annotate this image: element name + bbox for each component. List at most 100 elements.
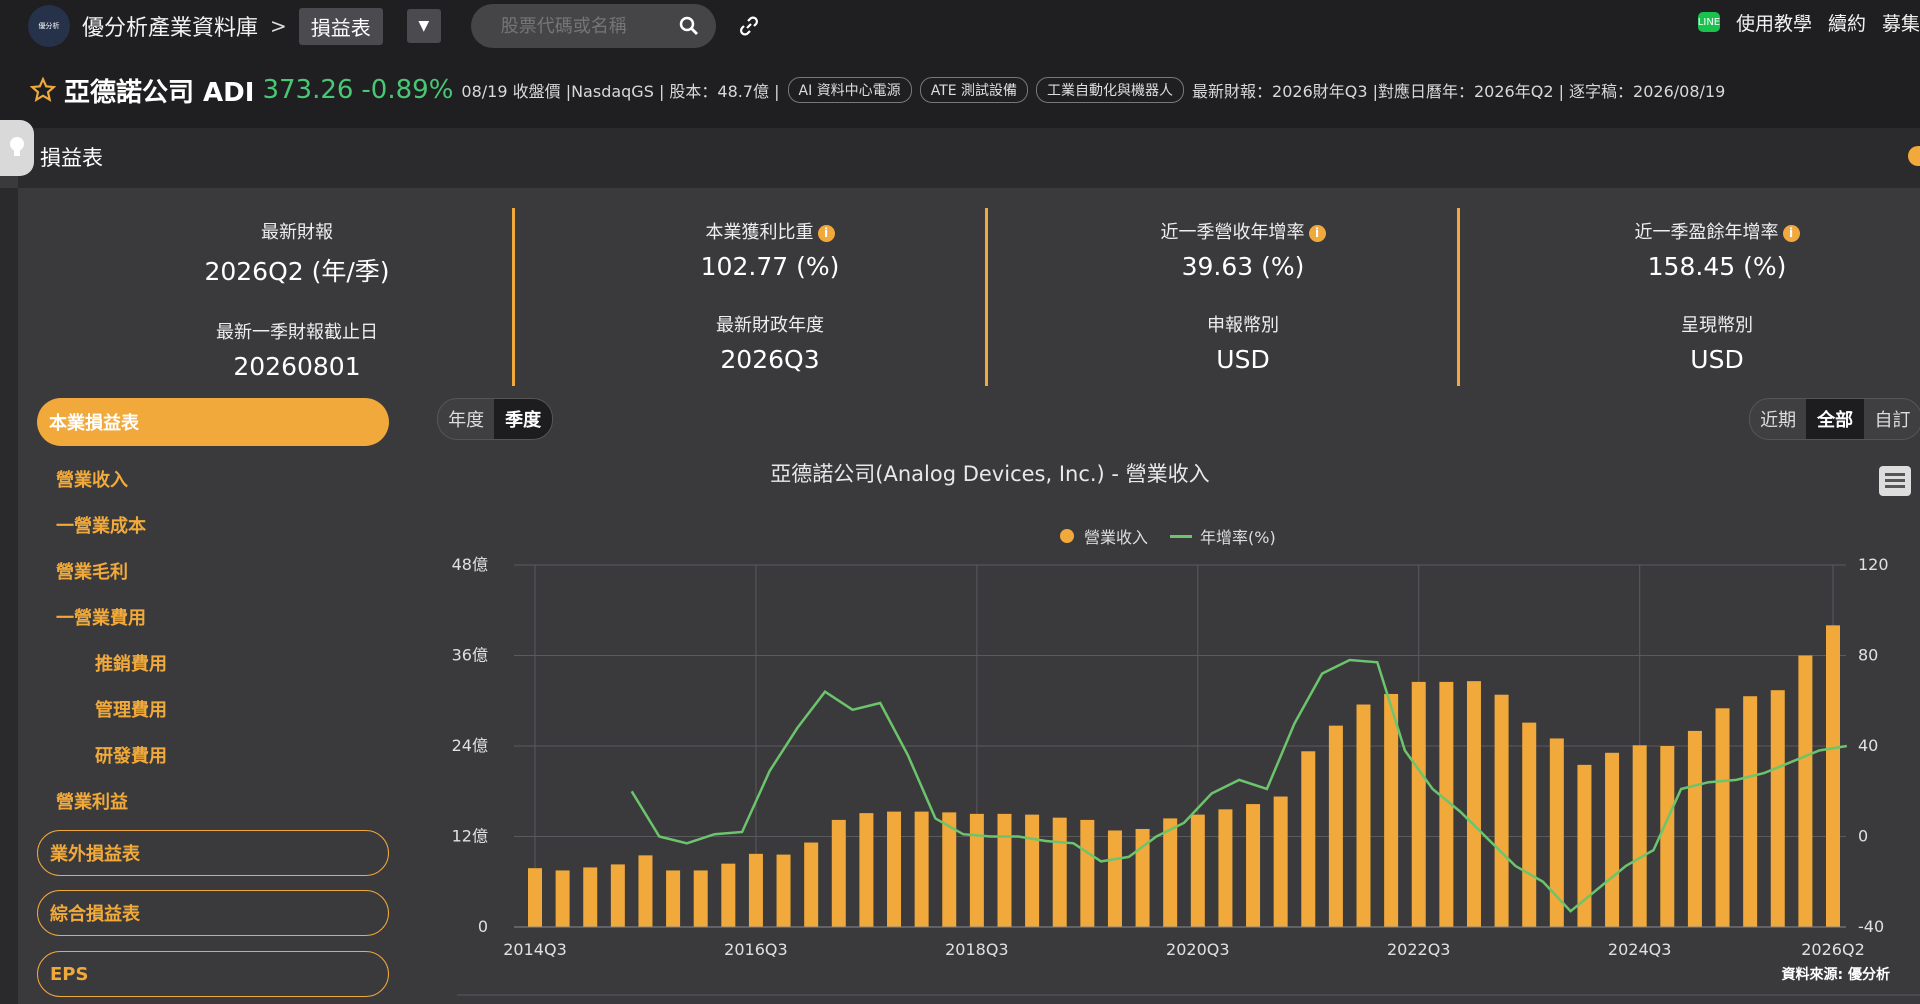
star-icon[interactable] <box>30 77 56 103</box>
y-right-tick: 120 <box>1858 555 1889 574</box>
stat-value: 102.77 (%) <box>700 252 840 281</box>
revenue-bar <box>1715 708 1730 927</box>
report-meta[interactable]: 最新財報：2026財年Q3 |對應日曆年：2026年Q2 | 逐字稿：2026/… <box>1192 78 1725 102</box>
x-tick-label: 2020Q3 <box>1166 940 1230 959</box>
info-icon[interactable]: i <box>1308 224 1326 242</box>
revenue-bar <box>1411 681 1426 927</box>
x-tick-label: 2018Q3 <box>945 940 1009 959</box>
info-icon[interactable]: i <box>817 224 835 242</box>
revenue-bar <box>1356 704 1371 927</box>
menu-eps[interactable]: EPS <box>37 951 389 997</box>
revenue-bar <box>1632 745 1647 927</box>
y-right-tick: 0 <box>1858 827 1868 846</box>
tab-annual[interactable]: 年度 <box>438 399 494 439</box>
revenue-bar <box>1246 804 1261 927</box>
menu-item-revenue[interactable]: 營業收入 <box>56 466 128 492</box>
y-right-tick: -40 <box>1858 917 1884 936</box>
revenue-bar <box>1549 738 1564 927</box>
data-source: 資料來源: 優分析 <box>1781 967 1890 983</box>
menu-item-opex[interactable]: 一營業費用 <box>56 604 146 630</box>
summary-stats: 最新財報 2026Q2 (年/季) 最新一季財報截止日 20260801 本業獲… <box>20 188 1920 388</box>
brand-title[interactable]: 優分析產業資料庫 <box>82 10 258 42</box>
stat-label: 本業獲利比重 i <box>530 218 1010 244</box>
stock-price: 373.26 <box>262 75 354 105</box>
dropdown-button[interactable]: ▼ <box>406 9 441 43</box>
search-box[interactable] <box>470 4 716 48</box>
chart-title: 亞德諾公司(Analog Devices, Inc.) - 營業收入 <box>770 462 1210 486</box>
revenue-bar <box>942 812 957 927</box>
revenue-bar <box>1660 746 1675 927</box>
nav-renew[interactable]: 續約 <box>1828 9 1866 36</box>
revenue-bar <box>638 855 653 927</box>
legend-revenue-marker <box>1060 529 1074 543</box>
tab-custom[interactable]: 自訂 <box>1864 399 1920 439</box>
line-icon[interactable]: LINE <box>1698 12 1720 32</box>
menu-item-admin[interactable]: 管理費用 <box>95 696 167 722</box>
revenue-bar <box>1577 764 1592 927</box>
revenue-bar <box>693 870 708 927</box>
stat-label: 近一季盈餘年增率 i <box>1477 218 1920 244</box>
x-tick-label: 2014Q3 <box>503 940 567 959</box>
revenue-bar <box>997 813 1012 927</box>
tab-recent[interactable]: 近期 <box>1750 399 1806 439</box>
chart-menu-icon[interactable] <box>1879 466 1911 496</box>
revenue-bar <box>1826 625 1840 927</box>
x-tick-label: 2022Q3 <box>1387 940 1451 959</box>
stock-info-bar: 亞德諾公司 ADI 373.26 -0.89% 08/19 收盤價 |Nasda… <box>0 52 1920 128</box>
search-input[interactable] <box>498 14 673 38</box>
stock-meta: 08/19 收盤價 |NasdaqGS | 股本：48.7億 | <box>461 82 780 101</box>
y-left-tick: 0 <box>478 917 488 936</box>
menu-comprehensive[interactable]: 綜合損益表 <box>37 890 389 936</box>
concept-tag[interactable]: AI 資料中心電源 <box>787 77 912 103</box>
search-icon[interactable] <box>679 16 699 36</box>
menu-item-operating-income[interactable]: 營業利益 <box>56 788 128 814</box>
tab-all[interactable]: 全部 <box>1806 399 1864 439</box>
chart-legend: 營業收入 年增率(%) <box>1060 524 1276 548</box>
stat-label: 申報幣別 <box>1207 315 1279 336</box>
concept-tag[interactable]: 工業自動化與機器人 <box>1036 77 1185 103</box>
menu-item-cost[interactable]: 一營業成本 <box>56 512 146 538</box>
stat-value: 20260801 <box>233 352 361 381</box>
stat-label: 最新財政年度 <box>716 315 824 336</box>
breadcrumb-current[interactable]: 損益表 <box>298 7 383 45</box>
revenue-bar <box>1107 830 1122 927</box>
site-logo[interactable]: 優分析 <box>28 5 70 47</box>
menu-item-selling[interactable]: 推銷費用 <box>95 650 167 676</box>
revenue-bar <box>1605 752 1620 927</box>
concept-tag[interactable]: ATE 測試設備 <box>919 77 1029 103</box>
revenue-bar <box>610 864 625 927</box>
y-left-tick: 36億 <box>452 646 488 665</box>
legend-yoy[interactable]: 年增率(%) <box>1200 524 1276 548</box>
top-right-menu: LINE 使用教學 續約 募集 <box>1698 0 1920 44</box>
revenue-bar <box>831 819 846 927</box>
stat-label: 近一季營收年增率 i <box>1003 218 1483 244</box>
menu-non-operating[interactable]: 業外損益表 <box>37 830 389 876</box>
stat-block: 近一季盈餘年增率 i 158.45 (%) 呈現幣別 USD <box>1477 218 1920 374</box>
link-icon[interactable] <box>738 15 760 37</box>
legend-revenue[interactable]: 營業收入 <box>1084 524 1148 548</box>
revenue-bar <box>1273 796 1288 927</box>
revenue-bar <box>1190 814 1205 927</box>
revenue-bar <box>1163 818 1178 927</box>
revenue-bar <box>1770 690 1785 927</box>
stat-value: USD <box>1690 345 1744 374</box>
lightbulb-icon[interactable] <box>0 120 34 176</box>
stat-block: 最新財報 2026Q2 (年/季) 最新一季財報截止日 20260801 <box>57 218 537 381</box>
menu-item-rnd[interactable]: 研發費用 <box>95 742 167 768</box>
revenue-bar <box>1052 817 1067 927</box>
nav-fundraise[interactable]: 募集 <box>1882 9 1920 36</box>
menu-operating-income-statement[interactable]: 本業損益表 <box>37 398 389 446</box>
revenue-bar <box>1135 828 1150 927</box>
stat-label: 最新一季財報截止日 <box>216 322 378 343</box>
revenue-bar <box>721 863 736 927</box>
tab-quarterly[interactable]: 季度 <box>494 399 552 439</box>
revenue-bar <box>528 868 542 927</box>
menu-item-gross-profit[interactable]: 營業毛利 <box>56 558 128 584</box>
revenue-bar <box>1522 722 1537 927</box>
y-right-tick: 80 <box>1858 646 1878 665</box>
info-icon[interactable]: i <box>1782 224 1800 242</box>
nav-tutorial[interactable]: 使用教學 <box>1736 9 1812 36</box>
revenue-bar <box>1218 809 1233 927</box>
divider <box>1457 208 1460 386</box>
revenue-bar <box>1328 725 1343 927</box>
